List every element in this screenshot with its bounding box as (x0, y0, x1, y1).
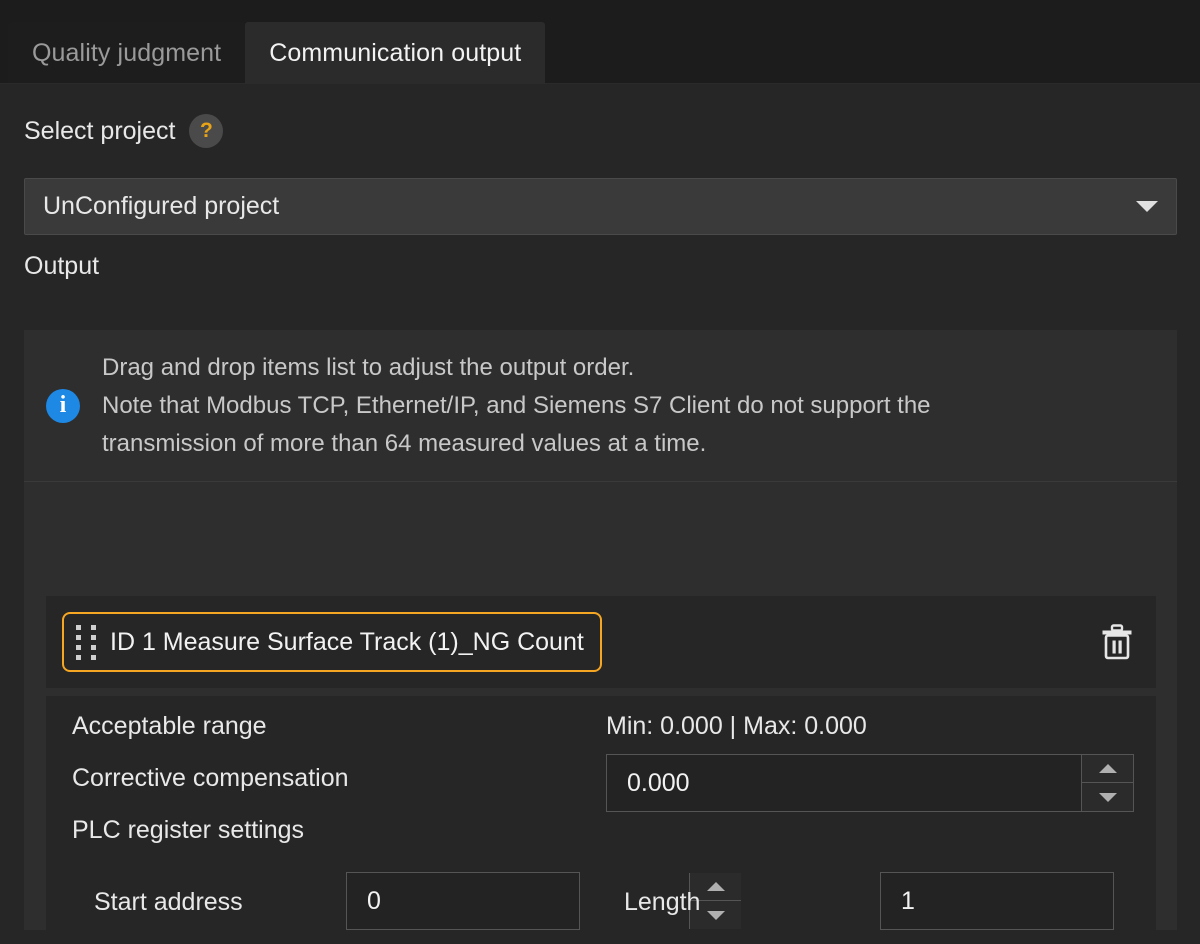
acceptable-range-label: Acceptable range (72, 712, 267, 740)
info-note-line-3: transmission of more than 64 measured va… (102, 429, 707, 457)
info-icon: i (46, 388, 80, 423)
output-panel: i Drag and drop items list to adjust the… (24, 330, 1200, 944)
project-select-dropdown[interactable]: UnConfigured project (24, 178, 1177, 235)
length-input[interactable] (881, 873, 1200, 929)
info-note-text: Drag and drop items list to adjust the o… (102, 349, 931, 463)
output-item-header: ID 1 Measure Surface Track (1)_NG Count (46, 596, 1156, 688)
corrective-compensation-stepper[interactable] (606, 754, 1134, 812)
arrow-down-icon (1098, 792, 1117, 802)
plc-register-settings-label: PLC register settings (72, 816, 305, 844)
info-note-line-1: Drag and drop items list to adjust the o… (102, 353, 635, 381)
info-note-line-2: Note that Modbus TCP, Ethernet/IP, and S… (102, 391, 931, 419)
arrow-down-icon (706, 910, 725, 920)
delete-item-button[interactable] (1094, 619, 1140, 665)
corrective-compensation-increment[interactable] (1082, 755, 1133, 783)
corrective-compensation-input[interactable] (607, 755, 1081, 811)
output-item-title: ID 1 Measure Surface Track (1)_NG Count (110, 627, 584, 656)
content-area: Select project ? UnConfigured project Ou… (0, 84, 1200, 944)
output-item-chip[interactable]: ID 1 Measure Surface Track (1)_NG Count (62, 612, 602, 672)
select-project-label: Select project (24, 116, 176, 145)
project-select-value: UnConfigured project (43, 192, 280, 220)
corrective-compensation-label: Corrective compensation (72, 764, 349, 792)
drag-handle-icon[interactable] (76, 624, 96, 660)
start-address-label: Start address (94, 888, 243, 916)
chevron-down-icon (1136, 201, 1158, 212)
tab-quality-judgment[interactable]: Quality judgment (8, 22, 246, 84)
start-address-stepper[interactable] (346, 872, 741, 930)
output-label: Output (24, 252, 100, 280)
arrow-up-icon (1098, 764, 1117, 773)
output-item-properties: Acceptable range Min: 0.000 | Max: 0.000… (46, 696, 1200, 944)
info-note: i Drag and drop items list to adjust the… (24, 330, 1177, 482)
output-item-card: ID 1 Measure Surface Track (1)_NG Count … (46, 596, 1200, 944)
corrective-compensation-decrement[interactable] (1082, 783, 1133, 811)
acceptable-range-value: Min: 0.000 | Max: 0.000 (606, 712, 867, 740)
corrective-compensation-stepper-buttons (1081, 755, 1133, 811)
trash-icon (1102, 624, 1132, 660)
tab-quality-judgment-label: Quality judgment (32, 38, 222, 67)
help-icon[interactable]: ? (189, 114, 224, 148)
arrow-up-icon (706, 882, 725, 891)
tab-communication-output-label: Communication output (269, 38, 522, 67)
tab-bar: Quality judgment Communication output (0, 0, 1200, 84)
output-section-row: Output (24, 252, 99, 281)
length-stepper[interactable] (880, 872, 1200, 930)
select-project-row: Select project ? (24, 114, 224, 148)
tab-communication-output[interactable]: Communication output (245, 22, 546, 84)
length-label: Length (624, 888, 701, 916)
